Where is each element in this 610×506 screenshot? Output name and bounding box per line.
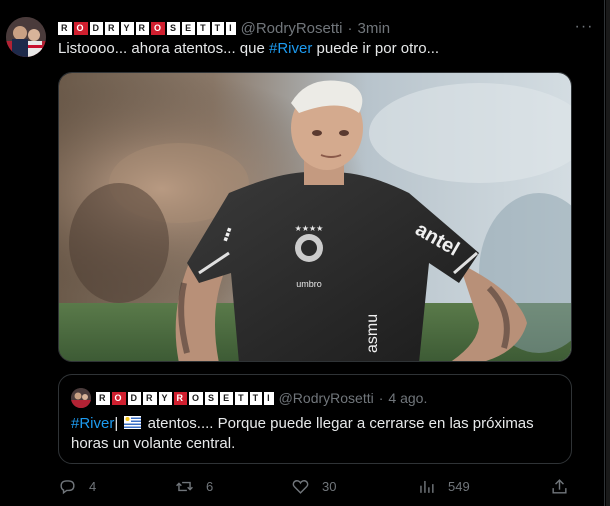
sleeve-text: asmu xyxy=(364,314,381,353)
name-letter: O xyxy=(73,21,88,35)
quoted-tweet[interactable]: R O D R Y R O S E T T I @RodryRosetti · … xyxy=(58,374,572,464)
analytics-icon xyxy=(420,480,434,493)
quoted-author-handle: @RodryRosetti xyxy=(278,390,374,406)
author-display-name[interactable]: R O D R Y R O S E T T I xyxy=(58,21,236,35)
name-letter: R xyxy=(58,21,72,35)
quoted-tweet-header: R O D R Y R O S E T T I @RodryRosetti · … xyxy=(71,388,427,408)
quoted-pipe: | xyxy=(114,415,119,432)
heart-icon xyxy=(292,479,309,494)
name-letter: S xyxy=(167,21,181,35)
quoted-tweet-text: #River| atentos.... Porque puede llegar … xyxy=(71,414,561,454)
quoted-author-display-name: R O D R Y R O S E T T I xyxy=(96,391,274,405)
tweet-text-before: Listoooo... ahora atentos... que xyxy=(58,40,269,57)
name-letter: O xyxy=(189,391,204,405)
retweet-count: 6 xyxy=(206,478,214,494)
name-letter: Y xyxy=(158,391,172,405)
scrollbar[interactable] xyxy=(606,0,610,506)
name-letter: R xyxy=(105,21,119,35)
name-letter: R xyxy=(135,21,150,35)
like-count: 30 xyxy=(322,478,337,494)
tweet-media-photo[interactable]: ★★★★ umbro antel asmu ▪▪▪ xyxy=(58,72,572,362)
uruguay-flag-icon xyxy=(124,416,142,429)
name-letter: O xyxy=(111,391,126,405)
name-letter: I xyxy=(264,391,274,405)
tweet-container[interactable]: R O D R Y R O S E T T I @RodryRosetti · … xyxy=(0,0,605,506)
name-letter: T xyxy=(235,391,248,405)
share-icon xyxy=(552,478,567,494)
name-letter: T xyxy=(197,21,210,35)
name-letter: E xyxy=(182,21,196,35)
name-letter: E xyxy=(220,391,234,405)
name-letter: R xyxy=(143,391,157,405)
kit-logo-text: umbro xyxy=(296,279,322,289)
name-letter: R xyxy=(96,391,110,405)
name-letter: T xyxy=(211,21,225,35)
view-count: 549 xyxy=(448,478,470,494)
name-letter: D xyxy=(89,21,104,35)
tweet-header: R O D R Y R O S E T T I @RodryRosetti · … xyxy=(58,19,390,37)
separator-dot: · xyxy=(378,390,384,406)
retweet-button[interactable]: 6 xyxy=(175,474,213,498)
quoted-hashtag-link[interactable]: #River xyxy=(71,415,114,432)
timestamp[interactable]: 3min xyxy=(358,20,391,37)
name-letter: I xyxy=(226,21,236,35)
views-button[interactable]: 549 xyxy=(417,474,470,498)
quoted-timestamp: 4 ago. xyxy=(388,390,428,406)
hashtag-link[interactable]: #River xyxy=(269,40,312,57)
tweet-actions-bar: 4 6 30 549 xyxy=(0,474,605,498)
name-letter: R xyxy=(173,391,188,405)
name-letter: O xyxy=(151,21,166,35)
like-button[interactable]: 30 xyxy=(291,474,336,498)
tweet-text-after: puede ir por otro... xyxy=(312,40,440,57)
share-button[interactable] xyxy=(550,474,569,498)
name-letter: D xyxy=(127,391,142,405)
crest-stars: ★★★★ xyxy=(295,224,324,233)
author-handle[interactable]: @RodryRosetti xyxy=(241,20,343,37)
quoted-author-avatar xyxy=(71,388,91,408)
separator-dot: · xyxy=(347,19,353,37)
tweet-text: Listoooo... ahora atentos... que #River … xyxy=(58,40,439,57)
name-letter: S xyxy=(205,391,219,405)
reply-count: 4 xyxy=(89,478,97,494)
author-avatar[interactable] xyxy=(6,17,46,57)
more-options-icon[interactable]: ··· xyxy=(572,18,596,38)
name-letter: T xyxy=(249,391,263,405)
reply-button[interactable]: 4 xyxy=(58,474,96,498)
name-letter: Y xyxy=(120,21,134,35)
retweet-icon xyxy=(176,481,193,491)
reply-icon xyxy=(60,479,75,494)
